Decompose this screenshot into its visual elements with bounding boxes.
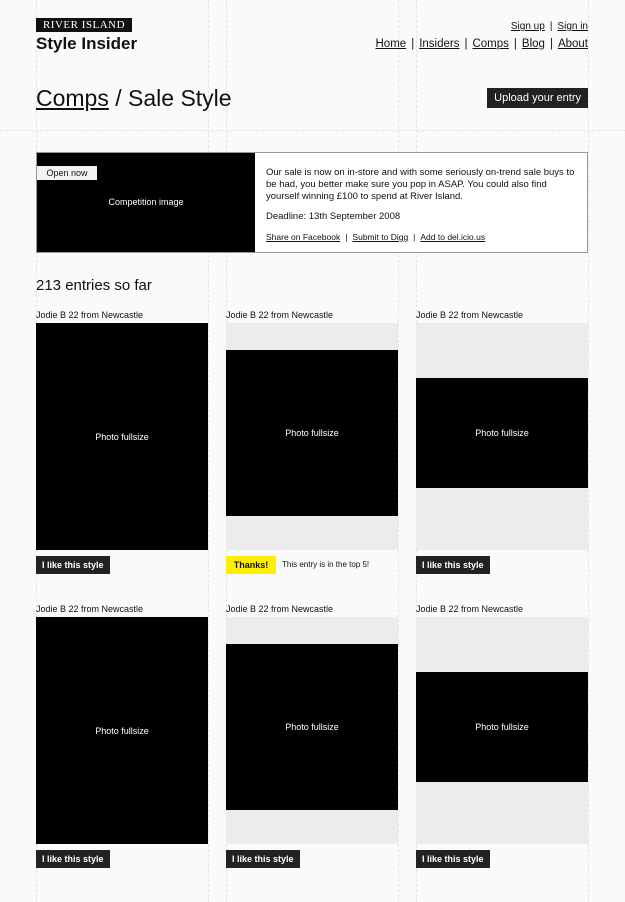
entry-photo[interactable]: Photo fullsize [416,378,588,488]
entry-card: Jodie B 22 from Newcastle Photo fullsize… [416,603,588,868]
competition-image-label: Competition image [108,197,184,207]
entry-caption: Jodie B 22 from Newcastle [416,310,524,320]
entry-card: Jodie B 22 from Newcastle Photo fullsize… [36,309,208,574]
like-style-button[interactable]: I like this style [226,850,300,868]
thanks-badge: Thanks! [226,556,276,574]
nav-comps[interactable]: Comps [472,38,508,50]
separator: | [513,38,517,50]
nav-blog[interactable]: Blog [522,38,545,50]
entry-card: Jodie B 22 from Newcastle Photo fullsize… [226,603,398,868]
page-title: Comps / Sale Style [36,85,232,112]
open-now-badge: Open now [37,166,97,180]
breadcrumb-comps-link[interactable]: Comps [36,85,109,111]
like-style-button[interactable]: I like this style [36,556,110,574]
main-nav: Home | Insiders | Comps | Blog | About [376,38,589,50]
grid-line [0,130,625,131]
entry-caption: Jodie B 22 from Newcastle [36,310,144,320]
entry-caption: Jodie B 22 from Newcastle [416,604,524,614]
competition-deadline: Deadline: 13th September 2008 [266,211,401,222]
entries-count: 213 entries so far [36,277,152,294]
entry-photo[interactable]: Photo fullsize [226,644,398,810]
entry-caption: Jodie B 22 from Newcastle [36,604,144,614]
grid-line [588,0,589,902]
entry-photo-frame[interactable]: Photo fullsize [416,323,588,550]
top-five-note: This entry is in the top 5! [282,560,370,569]
entry-photo[interactable]: Photo fullsize [416,672,588,782]
nav-insiders[interactable]: Insiders [419,38,459,50]
nav-about[interactable]: About [558,38,588,50]
entry-photo-frame[interactable]: Photo fullsize [226,617,398,844]
like-style-button[interactable]: I like this style [416,556,490,574]
entry-photo[interactable]: Photo fullsize [36,617,208,844]
river-island-logo[interactable]: RIVER ISLAND [36,18,132,32]
entry-photo-frame[interactable]: Photo fullsize [36,617,208,844]
separator: | [464,38,468,50]
grid-line [398,0,399,902]
separator: | [411,38,415,50]
upload-entry-button[interactable]: Upload your entry [487,88,588,108]
grid-line [208,0,209,902]
account-links: Sign up | Sign in [511,21,588,32]
entry-caption: Jodie B 22 from Newcastle [226,604,334,614]
competition-image: Open now Competition image [37,153,255,252]
entry-photo[interactable]: Photo fullsize [36,323,208,550]
separator: | [345,232,348,242]
competition-panel: Open now Competition image Our sale is n… [36,152,588,253]
separator: | [413,232,416,242]
entry-photo-frame[interactable]: Photo fullsize [416,617,588,844]
like-style-button[interactable]: I like this style [36,850,110,868]
site-title[interactable]: Style Insider [36,34,137,54]
separator: | [549,38,553,50]
entry-photo-frame[interactable]: Photo fullsize [226,323,398,550]
breadcrumb-separator: / [115,85,122,111]
like-style-button[interactable]: I like this style [416,850,490,868]
separator: | [549,21,553,32]
entry-photo[interactable]: Photo fullsize [226,350,398,516]
competition-title: Sale Style [128,85,232,111]
add-delicious-link[interactable]: Add to del.icio.us [420,232,485,242]
entry-photo-frame[interactable]: Photo fullsize [36,323,208,550]
entry-caption: Jodie B 22 from Newcastle [226,310,334,320]
sign-up-link[interactable]: Sign up [511,21,545,32]
nav-home[interactable]: Home [376,38,407,50]
share-links: Share on Facebook | Submit to Digg | Add to … [266,231,576,243]
competition-description: Our sale is now on in-store and with som… [266,167,575,202]
entry-card: Jodie B 22 from Newcastle Photo fullsize… [226,309,398,574]
entry-card: Jodie B 22 from Newcastle Photo fullsize… [36,603,208,868]
submit-digg-link[interactable]: Submit to Digg [352,232,408,242]
share-facebook-link[interactable]: Share on Facebook [266,232,340,242]
entry-card: Jodie B 22 from Newcastle Photo fullsize… [416,309,588,574]
competition-details: Our sale is now on in-store and with som… [266,167,576,243]
sign-in-link[interactable]: Sign in [557,21,588,32]
